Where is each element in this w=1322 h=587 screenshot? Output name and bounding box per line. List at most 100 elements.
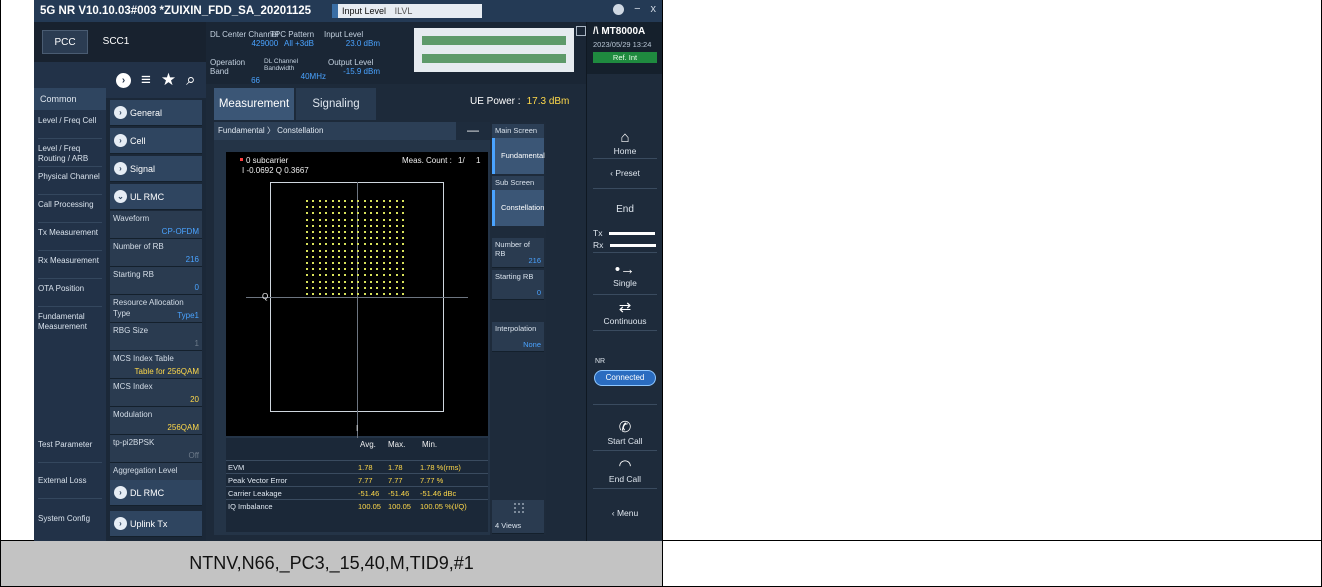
field-starting-rb[interactable]: Starting RB 0 (110, 267, 202, 295)
side-starting-rb[interactable]: Starting RB 0 (492, 270, 544, 300)
constellation-point (363, 231, 366, 233)
home-button[interactable]: ⌂ Home (587, 130, 662, 157)
nav-ota-position[interactable]: OTA Position (34, 284, 106, 294)
field-mcs-index-table[interactable]: MCS Index Table Table for 256QAM (110, 351, 202, 379)
single-button[interactable]: •→ Single (587, 262, 662, 289)
cell-button[interactable]: › Cell (110, 128, 202, 154)
nav-physical-channel[interactable]: Physical Channel (34, 172, 106, 182)
minimize-pane-button[interactable]: — (456, 122, 490, 140)
constellation-point (357, 262, 360, 264)
list-icon[interactable]: ≡ (141, 70, 151, 90)
menu-button[interactable]: ‹ Menu (587, 508, 662, 518)
constellation-point (382, 274, 385, 277)
constellation-point (395, 200, 398, 202)
nav-rx-measurement[interactable]: Rx Measurement (34, 256, 106, 266)
nav-test-parameter[interactable]: Test Parameter (34, 440, 106, 450)
datetime-label: 2023/05/29 13:24 (593, 40, 652, 49)
constellation-point (363, 206, 366, 209)
nav-fundamental-measurement[interactable]: Fundamental Measurement (34, 312, 106, 332)
end-button[interactable]: End (587, 204, 662, 215)
side-number-of-rb[interactable]: Number of RB 216 (492, 238, 544, 268)
constellation-point (382, 231, 385, 233)
input-level[interactable]: Input Level 23.0 dBm (324, 30, 380, 48)
dl-channel-bandwidth[interactable]: DL Channel Bandwidth 40MHz (264, 58, 326, 81)
constellation-point (325, 249, 328, 252)
end-call-button[interactable]: ◠ End Call (587, 458, 662, 485)
chevron-down-icon: ⌄ (114, 190, 127, 203)
sub-screen-constellation[interactable]: Constellation (492, 190, 544, 226)
title-bar: 5G NR V10.10.03#003 *ZUIXIN_FDD_SA_20201… (34, 0, 662, 22)
views-button[interactable]: 4 Views (492, 500, 544, 534)
tx-indicator: Tx (587, 228, 662, 238)
side-interpolation[interactable]: Interpolation None (492, 322, 544, 352)
field-modulation[interactable]: Modulation 256QAM (110, 407, 202, 435)
continuous-button[interactable]: ⇄ Continuous (587, 300, 662, 327)
tab-pcc[interactable]: PCC (42, 30, 88, 54)
field-waveform[interactable]: Waveform CP-OFDM (110, 211, 202, 239)
constellation-plot[interactable]: 0 subcarrier I -0.0692 Q 0.3667 Meas. Co… (226, 152, 488, 442)
field-tp-pi2bpsk[interactable]: tp-pi2BPSK Off (110, 435, 202, 463)
constellation-point (402, 224, 404, 227)
constellation-point (318, 200, 321, 202)
chevron-right-icon[interactable]: › (116, 72, 131, 88)
input-level-field[interactable]: Input Level ILVL (332, 4, 482, 18)
constellation-point (331, 262, 334, 264)
constellation-point (350, 274, 353, 277)
field-mcs-index[interactable]: MCS Index 20 (110, 379, 202, 407)
constellation-point (382, 212, 385, 215)
help-icon[interactable] (613, 4, 625, 15)
tab-measurement[interactable]: Measurement (214, 88, 294, 120)
ul-rmc-button[interactable]: ⌄ UL RMC (110, 184, 202, 210)
constellation-point (402, 274, 404, 277)
tab-signaling[interactable]: Signaling (296, 88, 376, 120)
constellation-point (395, 280, 398, 283)
constellation-point (370, 200, 372, 202)
start-call-button[interactable]: ✆ Start Call (587, 420, 662, 447)
constellation-point (306, 262, 308, 264)
constellation-point (357, 212, 360, 215)
general-button[interactable]: › General (110, 100, 202, 126)
document-table: 5G NR V10.10.03#003 *ZUIXIN_FDD_SA_20201… (0, 0, 1322, 587)
nav-common[interactable]: Common (34, 88, 106, 110)
nav-tx-measurement[interactable]: Tx Measurement (34, 228, 106, 238)
dl-rmc-button[interactable]: › DL RMC (110, 480, 202, 506)
signal-button[interactable]: › Signal (110, 156, 202, 182)
uplink-tx-switching-button[interactable]: ›Uplink Tx Switching (110, 511, 202, 537)
constellation-point (370, 243, 372, 246)
close-button[interactable]: x (651, 3, 657, 15)
search-icon[interactable]: ⌕ (186, 70, 196, 90)
help-icon[interactable] (576, 26, 586, 36)
constellation-point (318, 255, 321, 258)
tab-scc1[interactable]: SCC1 (96, 30, 136, 54)
constellation-point (363, 200, 366, 202)
nav-level-freq-cell[interactable]: Level / Freq Cell (34, 116, 106, 126)
output-level[interactable]: Output Level -15.9 dBm (328, 58, 380, 76)
constellation-point (376, 243, 379, 246)
constellation-point (325, 268, 328, 271)
field-resource-allocation-type[interactable]: Resource Allocation Type Type1 (110, 295, 202, 323)
constellation-point (370, 237, 372, 240)
dl-center-channel[interactable]: DL Center Channel 429000 (210, 30, 278, 48)
minimize-button[interactable]: − (634, 3, 640, 15)
main-screen-fundamental[interactable]: Fundamental (492, 138, 545, 174)
constellation-point (370, 293, 372, 295)
preset-button[interactable]: ‹ Preset (587, 168, 662, 178)
constellation-point (338, 237, 340, 240)
constellation-point (363, 249, 366, 252)
constellation-point (338, 212, 340, 215)
constellation-point (344, 212, 347, 215)
nav-external-loss[interactable]: External Loss (34, 476, 106, 486)
field-rbg-size[interactable]: RBG Size 1 (110, 323, 202, 351)
constellation-point (306, 212, 308, 215)
star-icon[interactable]: ★ (161, 70, 176, 90)
tpc-pattern[interactable]: TPC Pattern All +3dB (270, 30, 314, 48)
nav-level-freq-routing[interactable]: Level / Freq Routing / ARB (34, 144, 106, 164)
instrument-screen: 5G NR V10.10.03#003 *ZUIXIN_FDD_SA_20201… (34, 0, 662, 541)
nav-system-config[interactable]: System Config (34, 514, 106, 524)
constellation-point (370, 224, 372, 227)
operation-band[interactable]: Operation Band 66 (210, 58, 260, 85)
constellation-point (350, 237, 353, 240)
field-number-of-rb[interactable]: Number of RB 216 (110, 239, 202, 267)
nav-call-processing[interactable]: Call Processing (34, 200, 106, 210)
table-row: EVM 1.78 1.78 1.78 %(rms) (226, 460, 488, 473)
